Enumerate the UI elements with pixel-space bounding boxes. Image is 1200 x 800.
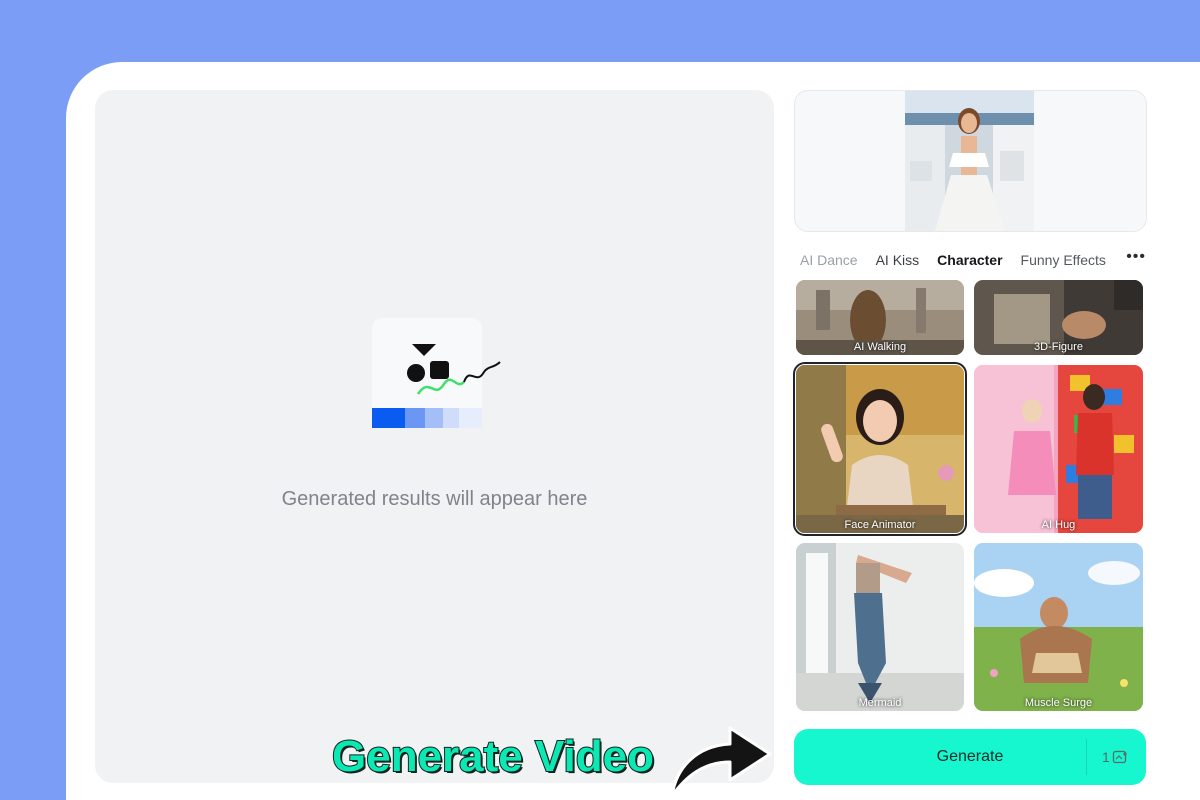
overlay-caption: Generate Video: [331, 731, 655, 782]
template-ai-walking[interactable]: AI Walking: [796, 280, 964, 355]
template-3d-figure[interactable]: 3D-Figure: [974, 280, 1143, 355]
tab-ai-kiss[interactable]: AI Kiss: [876, 252, 920, 268]
generate-button-label: Generate: [936, 748, 1004, 765]
template-label: AI Hug: [1041, 519, 1076, 531]
source-image-box[interactable]: [794, 90, 1147, 232]
credit-divider: [1086, 739, 1087, 775]
placeholder-text: Generated results will appear here: [281, 488, 588, 510]
more-tabs-icon[interactable]: •••: [1126, 248, 1146, 266]
template-label: 3D-Figure: [1034, 341, 1083, 353]
credit-cost: 1: [1102, 749, 1128, 765]
template-thumbnail: [974, 543, 1143, 711]
template-thumbnail: [796, 543, 964, 711]
template-thumbnail: [796, 365, 964, 533]
template-thumbnail: [974, 365, 1143, 533]
placeholder-illustration-icon: [372, 318, 501, 428]
template-label: AI Walking: [853, 341, 907, 353]
template-ai-hug[interactable]: AI Hug: [974, 365, 1143, 533]
category-tabs: AI Dance AI Kiss Character Funny Effects…: [796, 248, 1148, 272]
pointer-arrow-icon: [670, 726, 772, 798]
credit-icon: [1112, 750, 1127, 764]
result-preview-panel: Generated results will appear here: [95, 90, 774, 783]
template-face-animator[interactable]: Face Animator: [793, 362, 967, 536]
template-label: Face Animator: [844, 519, 916, 531]
template-label: Mermaid: [858, 697, 902, 709]
tab-ai-dance[interactable]: AI Dance: [800, 252, 858, 268]
uploaded-photo: [905, 91, 1034, 231]
tab-character[interactable]: Character: [937, 252, 1002, 268]
tab-funny-effects[interactable]: Funny Effects: [1021, 252, 1106, 268]
template-muscle-surge[interactable]: Muscle Surge: [974, 543, 1143, 711]
generate-button[interactable]: Generate 1: [794, 729, 1146, 785]
credit-count: 1: [1102, 749, 1110, 765]
template-label: Muscle Surge: [1024, 697, 1093, 709]
template-mermaid[interactable]: Mermaid: [796, 543, 964, 711]
